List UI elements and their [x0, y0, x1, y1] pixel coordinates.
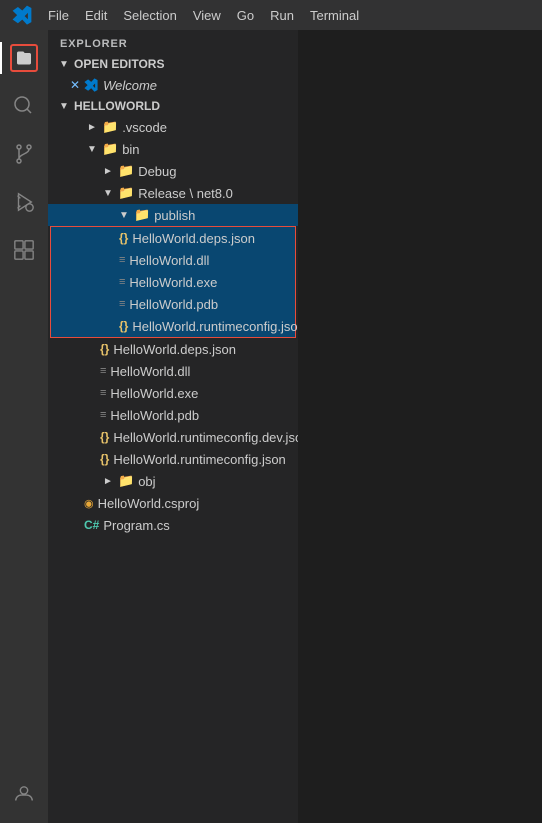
csproj-icon: ◉	[84, 497, 94, 510]
net8-runtimeconfig-label: HelloWorld.runtimeconfig.json	[113, 452, 285, 467]
obj-chevron: ►	[100, 473, 116, 489]
folder-icon-bin: 📁	[102, 141, 118, 157]
menu-go[interactable]: Go	[229, 6, 262, 25]
publish-pdb-label: HelloWorld.pdb	[129, 297, 218, 312]
debug-chevron: ►	[100, 163, 116, 179]
app-body: EXPLORER ▼ OPEN EDITORS ✕ Welcome ▼ HELL…	[0, 30, 542, 823]
menubar: File Edit Selection View Go Run Terminal	[0, 0, 542, 30]
exe-icon-1: ≡	[119, 276, 125, 288]
close-icon[interactable]: ✕	[70, 78, 80, 92]
explorer-title: EXPLORER	[48, 30, 298, 54]
file-publish-runtimeconfig[interactable]: {} HelloWorld.runtimeconfig.json	[51, 315, 295, 337]
menu-file[interactable]: File	[40, 6, 77, 25]
folder-release[interactable]: ▼ 📁 Release \ net8.0	[48, 182, 298, 204]
folder-icon: 📁	[102, 119, 118, 135]
activity-search[interactable]	[0, 82, 48, 130]
net8-deps-json-label: HelloWorld.deps.json	[113, 342, 236, 357]
obj-label: obj	[138, 474, 155, 489]
folder-icon-publish: 📁	[134, 207, 150, 223]
folder-icon-debug: 📁	[118, 163, 134, 179]
file-publish-dll[interactable]: ≡ HelloWorld.dll	[51, 249, 295, 271]
program-cs-label: Program.cs	[103, 518, 169, 533]
folder-obj[interactable]: ► 📁 obj	[48, 470, 298, 492]
release-label: Release \ net8.0	[138, 186, 233, 201]
file-csproj[interactable]: ◉ HelloWorld.csproj	[48, 492, 298, 514]
json-icon-4: {}	[100, 430, 109, 444]
csproj-label: HelloWorld.csproj	[98, 496, 200, 511]
publish-dll-label: HelloWorld.dll	[129, 253, 209, 268]
dll-icon-1: ≡	[119, 254, 125, 266]
file-net8-pdb[interactable]: ≡ HelloWorld.pdb	[48, 404, 298, 426]
open-editors-chevron: ▼	[56, 56, 72, 72]
net8-dll-label: HelloWorld.dll	[110, 364, 190, 379]
bin-chevron: ▼	[84, 141, 100, 157]
net8-pdb-label: HelloWorld.pdb	[110, 408, 199, 423]
sidebar: EXPLORER ▼ OPEN EDITORS ✕ Welcome ▼ HELL…	[48, 30, 298, 823]
vscode-icon	[84, 78, 98, 92]
menu-selection[interactable]: Selection	[115, 6, 184, 25]
helloworld-header[interactable]: ▼ HELLOWORLD	[48, 96, 298, 116]
open-editor-welcome[interactable]: ✕ Welcome	[48, 74, 298, 96]
pdb-icon-1: ≡	[119, 298, 125, 310]
file-publish-pdb[interactable]: ≡ HelloWorld.pdb	[51, 293, 295, 315]
welcome-label: Welcome	[103, 78, 157, 93]
editor-area	[298, 30, 542, 823]
json-icon-3: {}	[100, 342, 109, 356]
net8-runtimeconfig-dev-label: HelloWorld.runtimeconfig.dev.json	[113, 430, 298, 445]
menu-run[interactable]: Run	[262, 6, 302, 25]
file-net8-runtimeconfig[interactable]: {} HelloWorld.runtimeconfig.json	[48, 448, 298, 470]
folder-icon-obj: 📁	[118, 473, 134, 489]
dll-icon-2: ≡	[100, 365, 106, 377]
publish-children-group: {} HelloWorld.deps.json ≡ HelloWorld.dll…	[50, 226, 296, 338]
json-icon-5: {}	[100, 452, 109, 466]
file-publish-deps-json[interactable]: {} HelloWorld.deps.json	[51, 227, 295, 249]
exe-icon-2: ≡	[100, 387, 106, 399]
file-net8-exe[interactable]: ≡ HelloWorld.exe	[48, 382, 298, 404]
net8-exe-label: HelloWorld.exe	[110, 386, 198, 401]
menu-edit[interactable]: Edit	[77, 6, 115, 25]
json-icon-1: {}	[119, 231, 128, 245]
cs-icon: C#	[84, 518, 99, 532]
file-program-cs[interactable]: C# Program.cs	[48, 514, 298, 536]
file-net8-dll[interactable]: ≡ HelloWorld.dll	[48, 360, 298, 382]
activity-run-debug[interactable]	[0, 178, 48, 226]
publish-label: publish	[154, 208, 195, 223]
activity-accounts[interactable]	[0, 771, 48, 819]
helloworld-label: HELLOWORLD	[74, 99, 160, 113]
json-icon-2: {}	[119, 319, 128, 333]
explorer-icon-box	[10, 44, 38, 72]
activity-extensions[interactable]	[0, 226, 48, 274]
file-net8-runtimeconfig-dev[interactable]: {} HelloWorld.runtimeconfig.dev.json	[48, 426, 298, 448]
debug-label: Debug	[138, 164, 176, 179]
open-editors-label: OPEN EDITORS	[74, 57, 164, 71]
file-net8-deps-json[interactable]: {} HelloWorld.deps.json	[48, 338, 298, 360]
bin-label: bin	[122, 142, 139, 157]
open-editors-header[interactable]: ▼ OPEN EDITORS	[48, 54, 298, 74]
vscode-chevron: ►	[84, 119, 100, 135]
activity-explorer[interactable]	[0, 34, 48, 82]
publish-deps-json-label: HelloWorld.deps.json	[132, 231, 255, 246]
vscode-folder-label: .vscode	[122, 120, 167, 135]
folder-vscode[interactable]: ► 📁 .vscode	[48, 116, 298, 138]
activity-source-control[interactable]	[0, 130, 48, 178]
file-publish-exe[interactable]: ≡ HelloWorld.exe	[51, 271, 295, 293]
folder-icon-release: 📁	[118, 185, 134, 201]
folder-publish[interactable]: ▼ 📁 publish	[48, 204, 298, 226]
publish-runtimeconfig-label: HelloWorld.runtimeconfig.json	[132, 319, 298, 334]
vscode-logo	[8, 1, 36, 29]
publish-exe-label: HelloWorld.exe	[129, 275, 217, 290]
folder-bin[interactable]: ▼ 📁 bin	[48, 138, 298, 160]
pdb-icon-2: ≡	[100, 409, 106, 421]
menu-terminal[interactable]: Terminal	[302, 6, 367, 25]
publish-chevron: ▼	[116, 207, 132, 223]
folder-debug[interactable]: ► 📁 Debug	[48, 160, 298, 182]
menu-view[interactable]: View	[185, 6, 229, 25]
release-chevron: ▼	[100, 185, 116, 201]
activity-bar	[0, 30, 48, 823]
helloworld-chevron: ▼	[56, 98, 72, 114]
